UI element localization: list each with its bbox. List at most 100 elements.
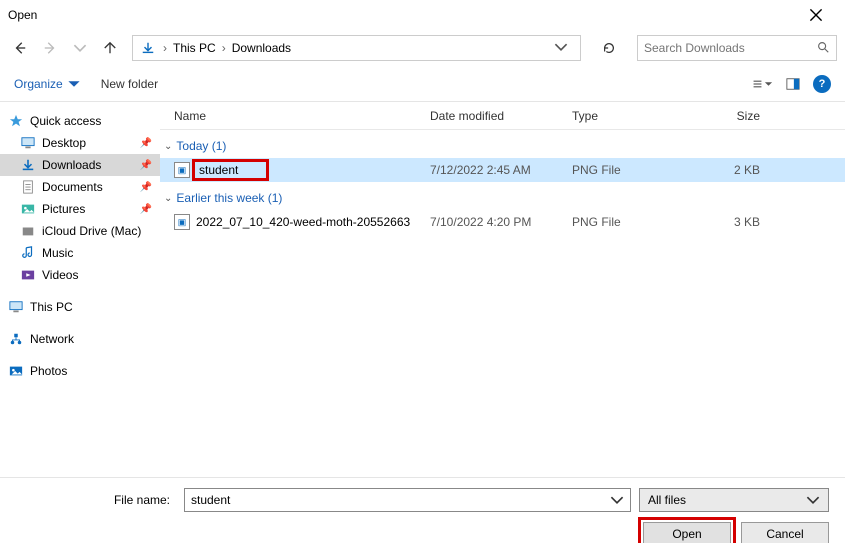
breadcrumb-segment[interactable]: This PC: [173, 41, 216, 55]
folder-icon: [20, 245, 36, 261]
sidebar: Quick access Desktop📌Downloads📌Documents…: [0, 102, 160, 477]
sidebar-item-quick-access[interactable]: Quick access: [0, 110, 160, 132]
column-name[interactable]: Name: [174, 109, 430, 123]
folder-icon: [20, 267, 36, 283]
folder-icon: [20, 223, 36, 239]
recent-dropdown[interactable]: [68, 36, 92, 60]
new-folder-button[interactable]: New folder: [101, 77, 158, 91]
help-button[interactable]: ?: [813, 75, 831, 93]
cancel-button[interactable]: Cancel: [741, 522, 829, 543]
help-icon: ?: [819, 78, 826, 90]
column-date[interactable]: Date modified: [430, 109, 572, 123]
pin-icon: 📌: [140, 182, 152, 193]
filename-input[interactable]: [191, 493, 610, 507]
search-input[interactable]: [644, 41, 816, 55]
folder-icon: [20, 179, 36, 195]
star-icon: [8, 113, 24, 129]
column-size[interactable]: Size: [690, 109, 760, 123]
toolbar: Organize New folder ?: [0, 66, 845, 102]
sidebar-item-videos[interactable]: Videos: [0, 264, 160, 286]
monitor-icon: [8, 299, 24, 315]
chevron-down-icon: [610, 493, 624, 507]
filename-label: File name:: [16, 493, 176, 507]
arrow-up-icon: [103, 41, 117, 55]
footer: File name: All files Open Cancel: [0, 477, 845, 543]
sidebar-item-this-pc[interactable]: This PC: [0, 296, 160, 318]
close-button[interactable]: [795, 0, 837, 30]
sidebar-item-label: Videos: [42, 268, 78, 282]
chevron-down-icon: [73, 41, 87, 55]
preview-pane-icon: [786, 77, 800, 91]
address-dropdown[interactable]: [548, 40, 574, 57]
open-button[interactable]: Open: [643, 522, 731, 543]
breadcrumb-segment[interactable]: Downloads: [232, 41, 291, 55]
sidebar-item-label: Music: [42, 246, 73, 260]
preview-pane-button[interactable]: [783, 74, 803, 94]
sidebar-item-label: Photos: [30, 364, 67, 378]
address-bar[interactable]: › This PC › Downloads: [132, 35, 581, 61]
folder-icon: [20, 157, 36, 173]
sidebar-item-photos[interactable]: Photos: [0, 360, 160, 382]
sidebar-item-label: Documents: [42, 180, 103, 194]
file-group-header[interactable]: ⌄ Earlier this week (1): [160, 186, 845, 210]
file-size: 3 KB: [690, 215, 760, 229]
caret-down-icon: [764, 77, 773, 91]
image-file-icon: ▣: [174, 162, 190, 178]
organize-button[interactable]: Organize: [14, 77, 81, 91]
sidebar-item-downloads[interactable]: Downloads📌: [0, 154, 160, 176]
pin-icon: 📌: [140, 160, 152, 171]
file-group-header[interactable]: ⌄Today (1): [160, 134, 845, 158]
sidebar-item-label: This PC: [30, 300, 73, 314]
arrow-right-icon: [43, 41, 57, 55]
sidebar-item-label: Network: [30, 332, 74, 346]
forward-button[interactable]: [38, 36, 62, 60]
file-group-label: Earlier this week (1): [176, 191, 282, 205]
sidebar-item-label: Desktop: [42, 136, 86, 150]
file-type: PNG File: [572, 215, 690, 229]
chevron-down-icon: ⌄: [164, 193, 172, 204]
caret-down-icon: [67, 77, 81, 91]
close-icon: [809, 8, 823, 22]
folder-icon: [20, 135, 36, 151]
organize-label: Organize: [14, 77, 63, 91]
sidebar-item-network[interactable]: Network: [0, 328, 160, 350]
pin-icon: 📌: [140, 138, 152, 149]
file-type-filter-label: All files: [648, 493, 806, 507]
sidebar-item-pictures[interactable]: Pictures 📌: [0, 198, 160, 220]
file-row[interactable]: ▣student7/12/2022 2:45 AMPNG File2 KB: [160, 158, 845, 182]
file-size: 2 KB: [690, 163, 760, 177]
network-icon: [8, 331, 24, 347]
file-pane: Name Date modified Type Size ⌄Today (1)▣…: [160, 102, 845, 477]
highlight-annotation: student: [192, 159, 269, 181]
sidebar-item-music[interactable]: Music: [0, 242, 160, 264]
sidebar-item-desktop[interactable]: Desktop 📌: [0, 132, 160, 154]
filename-combobox[interactable]: [184, 488, 631, 512]
sidebar-item-label: Quick access: [30, 114, 101, 128]
pin-icon: 📌: [140, 204, 152, 215]
sidebar-item-icloud-drive-mac-[interactable]: iCloud Drive (Mac): [0, 220, 160, 242]
search-box[interactable]: [637, 35, 837, 61]
file-row[interactable]: ▣2022_07_10_420-weed-moth-205526637/10/2…: [160, 210, 845, 234]
chevron-down-icon: [554, 40, 568, 54]
column-type[interactable]: Type: [572, 109, 690, 123]
search-icon: [816, 40, 830, 57]
up-button[interactable]: [98, 36, 122, 60]
dialog-body: Quick access Desktop📌Downloads📌Documents…: [0, 102, 845, 477]
folder-icon: [20, 201, 36, 217]
view-options-button[interactable]: [753, 74, 773, 94]
file-date: 7/10/2022 4:20 PM: [430, 215, 572, 229]
back-button[interactable]: [8, 36, 32, 60]
breadcrumb-separator-icon: ›: [222, 41, 226, 55]
photos-icon: [8, 363, 24, 379]
column-headers: Name Date modified Type Size: [160, 102, 845, 130]
refresh-button[interactable]: [595, 35, 623, 61]
sidebar-item-documents[interactable]: Documents 📌: [0, 176, 160, 198]
file-type-filter[interactable]: All files: [639, 488, 829, 512]
sidebar-item-label: Pictures: [42, 202, 85, 216]
chevron-down-icon: ⌄: [164, 141, 172, 152]
list-view-icon: [753, 77, 762, 91]
window-title: Open: [8, 8, 795, 22]
new-folder-label: New folder: [101, 77, 158, 91]
image-file-icon: ▣: [174, 214, 190, 230]
file-type: PNG File: [572, 163, 690, 177]
